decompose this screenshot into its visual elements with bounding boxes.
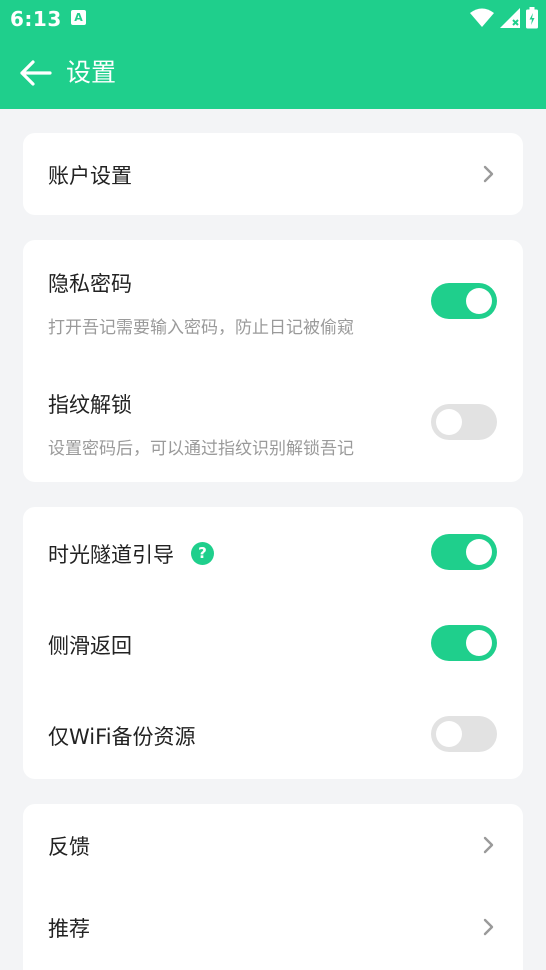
- recommend-label: 推荐: [48, 917, 90, 941]
- privacy-password-desc: 打开吾记需要输入密码，防止日记被偷窥: [48, 318, 354, 338]
- time-tunnel-row: 时光隧道引导 ?: [23, 507, 523, 598]
- toggle-knob: [466, 539, 492, 565]
- fingerprint-unlock-label: 指纹解锁: [48, 393, 132, 417]
- feedback-label: 反馈: [48, 835, 90, 859]
- chevron-right-icon: [483, 165, 494, 183]
- notification-icon: A: [71, 10, 86, 25]
- privacy-password-label: 隐私密码: [48, 272, 132, 296]
- recommend-row[interactable]: 推荐: [23, 886, 523, 968]
- privacy-card: 隐私密码 打开吾记需要输入密码，防止日记被偷窥 指纹解锁 设置密码后，可以通过指…: [23, 240, 523, 482]
- wifi-backup-row: 仅WiFi备份资源: [23, 689, 523, 779]
- status-bar: 6:13 A: [0, 0, 546, 36]
- chevron-right-icon: [483, 836, 494, 854]
- options-card: 时光隧道引导 ? 侧滑返回 仅WiFi备份资源: [23, 507, 523, 779]
- toggle-knob: [466, 288, 492, 314]
- privacy-password-row: 隐私密码 打开吾记需要输入密码，防止日记被偷窥: [23, 240, 523, 361]
- swipe-back-label: 侧滑返回: [48, 634, 132, 658]
- time-tunnel-label: 时光隧道引导: [48, 543, 174, 567]
- back-arrow-icon[interactable]: [20, 60, 52, 86]
- status-time: 6:13: [10, 7, 62, 31]
- status-icons: [470, 7, 538, 29]
- wifi-backup-label: 仅WiFi备份资源: [48, 725, 196, 749]
- account-settings-row[interactable]: 账户设置: [23, 133, 523, 215]
- feedback-row[interactable]: 反馈: [23, 804, 523, 886]
- toggle-knob: [436, 721, 462, 747]
- chevron-right-icon: [483, 918, 494, 936]
- wifi-icon: [470, 8, 494, 27]
- help-icon[interactable]: ?: [191, 542, 214, 565]
- fingerprint-unlock-row: 指纹解锁 设置密码后，可以通过指纹识别解锁吾记: [23, 361, 523, 482]
- battery-icon: [526, 7, 538, 29]
- swipe-back-toggle[interactable]: [431, 625, 497, 661]
- toggle-knob: [436, 409, 462, 435]
- time-tunnel-toggle[interactable]: [431, 534, 497, 570]
- fingerprint-unlock-toggle[interactable]: [431, 404, 497, 440]
- toggle-knob: [466, 630, 492, 656]
- wifi-backup-toggle[interactable]: [431, 716, 497, 752]
- misc-card: 反馈 推荐: [23, 804, 523, 970]
- swipe-back-row: 侧滑返回: [23, 598, 523, 689]
- account-settings-label: 账户设置: [48, 164, 132, 188]
- signal-icon: [500, 8, 520, 28]
- fingerprint-unlock-desc: 设置密码后，可以通过指纹识别解锁吾记: [48, 439, 354, 459]
- page-title: 设置: [66, 58, 117, 87]
- account-card: 账户设置: [23, 133, 523, 215]
- app-bar: 6:13 A 设置: [0, 0, 546, 109]
- privacy-password-toggle[interactable]: [431, 283, 497, 319]
